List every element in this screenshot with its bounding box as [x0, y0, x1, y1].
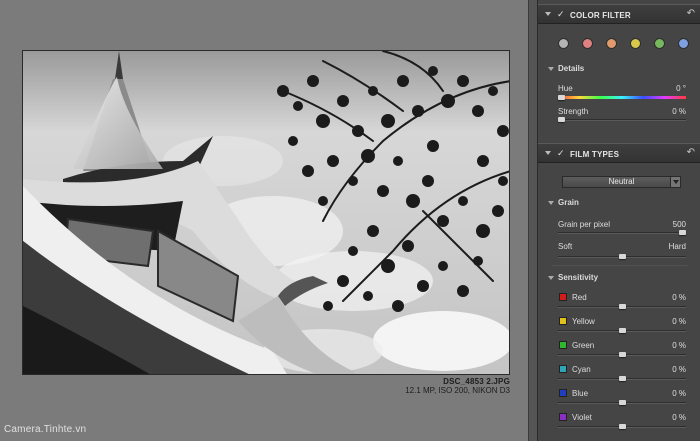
color-filter-dot-red[interactable]	[582, 38, 593, 49]
cyan-swatch	[559, 365, 567, 373]
yellow-sensitivity-slider-thumb[interactable]	[619, 328, 626, 333]
red-label: Red	[572, 293, 587, 302]
canvas-scrollbar[interactable]	[528, 0, 537, 441]
softness-slider-thumb[interactable]	[619, 254, 626, 259]
blue-label: Blue	[572, 389, 589, 398]
red-sensitivity-slider-thumb[interactable]	[619, 304, 626, 309]
film-types-header[interactable]: ✓ FILM TYPES ↶	[538, 143, 700, 163]
dropdown-arrow-icon[interactable]	[670, 177, 680, 187]
yellow-label: Yellow	[572, 317, 595, 326]
hue-slider[interactable]	[558, 95, 686, 100]
film-types-title: FILM TYPES	[570, 150, 620, 159]
collapse-triangle-icon[interactable]	[545, 12, 551, 16]
color-filter-dot-blue[interactable]	[678, 38, 689, 49]
green-swatch	[559, 341, 567, 349]
grain-per-pixel-slider-thumb[interactable]	[679, 230, 686, 235]
strength-label: Strength	[558, 107, 589, 116]
strength-slider[interactable]	[558, 117, 686, 122]
violet-label: Violet	[572, 413, 592, 422]
film-preset-select[interactable]: Neutral	[562, 176, 681, 188]
blue-swatch	[559, 389, 567, 397]
blue-sensitivity-slider[interactable]	[558, 400, 686, 405]
grain-per-pixel-value: 500	[672, 220, 686, 229]
collapse-triangle-icon[interactable]	[545, 151, 551, 155]
photo-preview[interactable]	[22, 50, 510, 375]
collapse-triangle-icon[interactable]	[548, 276, 554, 280]
details-header[interactable]: Details	[538, 62, 700, 76]
sensitivity-header[interactable]: Sensitivity	[538, 271, 700, 285]
details-title: Details	[558, 64, 585, 73]
hue-value: 0 °	[676, 84, 686, 93]
cyan-value: 0 %	[672, 365, 686, 374]
violet-swatch	[559, 413, 567, 421]
divider	[552, 265, 688, 266]
reset-icon[interactable]: ↶	[687, 8, 695, 19]
watermark: Camera.Tinhte.vn	[4, 424, 87, 435]
sensitivity-title: Sensitivity	[558, 273, 599, 282]
grain-header[interactable]: Grain	[538, 196, 700, 210]
reset-icon[interactable]: ↶	[687, 147, 695, 158]
collapse-triangle-icon[interactable]	[548, 201, 554, 205]
hue-slider-thumb[interactable]	[558, 95, 565, 100]
color-filter-dot-orange[interactable]	[606, 38, 617, 49]
red-sensitivity-slider[interactable]	[558, 304, 686, 309]
color-filter-enable-checkbox[interactable]: ✓	[557, 9, 565, 20]
violet-value: 0 %	[672, 413, 686, 422]
violet-sensitivity-slider[interactable]	[558, 424, 686, 429]
red-swatch	[559, 293, 567, 301]
photo-info: 12.1 MP, ISO 200, NIKON D3	[405, 386, 510, 395]
yellow-sensitivity-slider[interactable]	[558, 328, 686, 333]
cyan-label: Cyan	[572, 365, 591, 374]
cyan-sensitivity-slider-thumb[interactable]	[619, 376, 626, 381]
grain-per-pixel-slider[interactable]	[558, 230, 686, 235]
color-filter-header[interactable]: ✓ COLOR FILTER ↶	[538, 4, 700, 24]
photo-filename: DSC_4853 2.JPG	[443, 377, 510, 386]
adjustments-panel: ✓ COLOR FILTER ↶ Details Hue 0 ° Strengt…	[537, 0, 700, 441]
green-sensitivity-slider-thumb[interactable]	[619, 352, 626, 357]
hard-label: Hard	[668, 242, 686, 251]
green-label: Green	[572, 341, 595, 350]
strength-value: 0 %	[672, 107, 686, 116]
photo-image	[23, 51, 509, 374]
softness-slider[interactable]	[558, 254, 686, 259]
grain-title: Grain	[558, 198, 579, 207]
yellow-value: 0 %	[672, 317, 686, 326]
film-types-enable-checkbox[interactable]: ✓	[557, 148, 565, 159]
soft-label: Soft	[558, 242, 573, 251]
color-filter-dot-yellow[interactable]	[630, 38, 641, 49]
strength-slider-thumb[interactable]	[558, 117, 565, 122]
blue-value: 0 %	[672, 389, 686, 398]
violet-sensitivity-slider-thumb[interactable]	[619, 424, 626, 429]
image-canvas: DSC_4853 2.JPG 12.1 MP, ISO 200, NIKON D…	[0, 0, 537, 441]
color-filter-title: COLOR FILTER	[570, 11, 631, 20]
grain-per-pixel-label: Grain per pixel	[558, 220, 611, 229]
green-sensitivity-slider[interactable]	[558, 352, 686, 357]
film-preset-value: Neutral	[608, 177, 635, 186]
hue-label: Hue	[558, 84, 573, 93]
yellow-swatch	[559, 317, 567, 325]
app-window: DSC_4853 2.JPG 12.1 MP, ISO 200, NIKON D…	[0, 0, 700, 441]
collapse-triangle-icon[interactable]	[548, 67, 554, 71]
cyan-sensitivity-slider[interactable]	[558, 376, 686, 381]
color-filter-dot-green[interactable]	[654, 38, 665, 49]
color-filter-dot-gray[interactable]	[558, 38, 569, 49]
green-value: 0 %	[672, 341, 686, 350]
photo-caption: DSC_4853 2.JPG 12.1 MP, ISO 200, NIKON D…	[405, 377, 510, 395]
blue-sensitivity-slider-thumb[interactable]	[619, 400, 626, 405]
red-value: 0 %	[672, 293, 686, 302]
